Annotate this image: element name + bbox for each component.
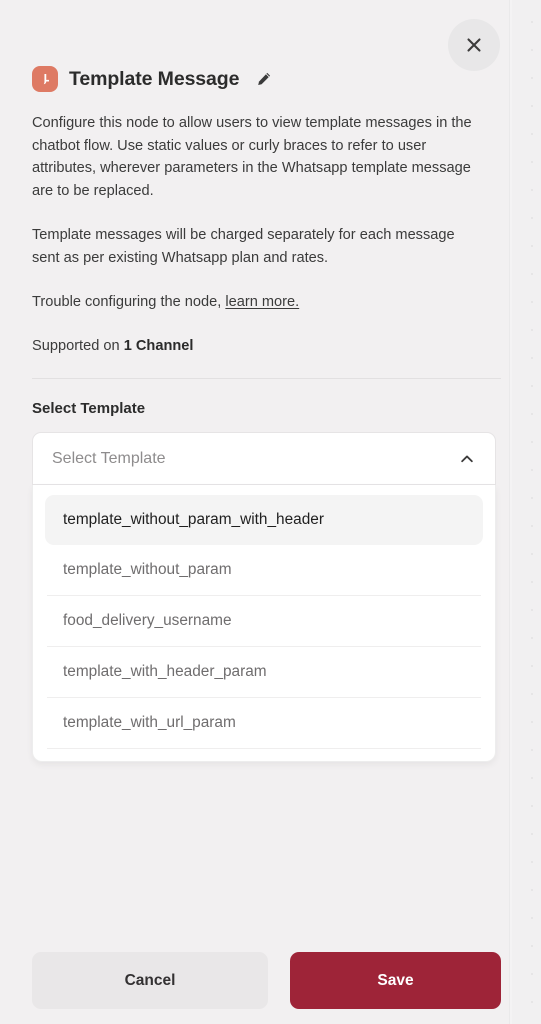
template-message-panel: Template Message Configure this node to … [0, 0, 509, 1024]
select-template-input[interactable]: Select Template [32, 432, 496, 485]
dropdown-option[interactable]: template_without_param [45, 545, 483, 595]
save-button[interactable]: Save [290, 952, 501, 1009]
supported-channel-count: 1 Channel [123, 337, 194, 354]
canvas-dot-grid [512, 0, 541, 1024]
select-template-field: Select Template template_without_param_w… [32, 432, 496, 762]
panel-content: Template Message Configure this node to … [32, 0, 509, 762]
dropdown-option[interactable]: template_with_header_param [45, 647, 483, 697]
select-template-label: Select Template [32, 400, 146, 417]
select-template-placeholder: Select Template [52, 449, 166, 467]
supported-channels-text: Supported on 1 Channel [32, 335, 482, 358]
panel-footer: Cancel Save [32, 952, 501, 1009]
panel-header: Template Message [32, 66, 509, 92]
page-title: Template Message [69, 67, 240, 90]
cancel-button[interactable]: Cancel [32, 952, 268, 1009]
help-text: Trouble configuring the node, learn more… [32, 291, 482, 314]
learn-more-link[interactable]: learn more. [225, 294, 299, 310]
dropdown-option[interactable]: food_delivery_username [45, 596, 483, 646]
supported-prefix: Supported on [32, 337, 124, 354]
chevron-up-icon[interactable] [457, 449, 477, 469]
dropdown-separator [47, 748, 481, 749]
dropdown-option[interactable]: template_with_url_param [45, 698, 483, 748]
dropdown-option[interactable]: template_without_param_with_header [45, 495, 483, 545]
panel-description-billing: Template messages will be charged separa… [32, 227, 455, 266]
whatsapp-template-icon [32, 66, 58, 92]
template-options-dropdown[interactable]: template_without_param_with_header templ… [32, 485, 496, 762]
pencil-icon[interactable] [254, 69, 274, 89]
help-text-prefix: Trouble configuring the node, [32, 294, 226, 310]
panel-description-primary: Configure this node to allow users to vi… [32, 115, 472, 199]
section-divider [32, 378, 501, 379]
